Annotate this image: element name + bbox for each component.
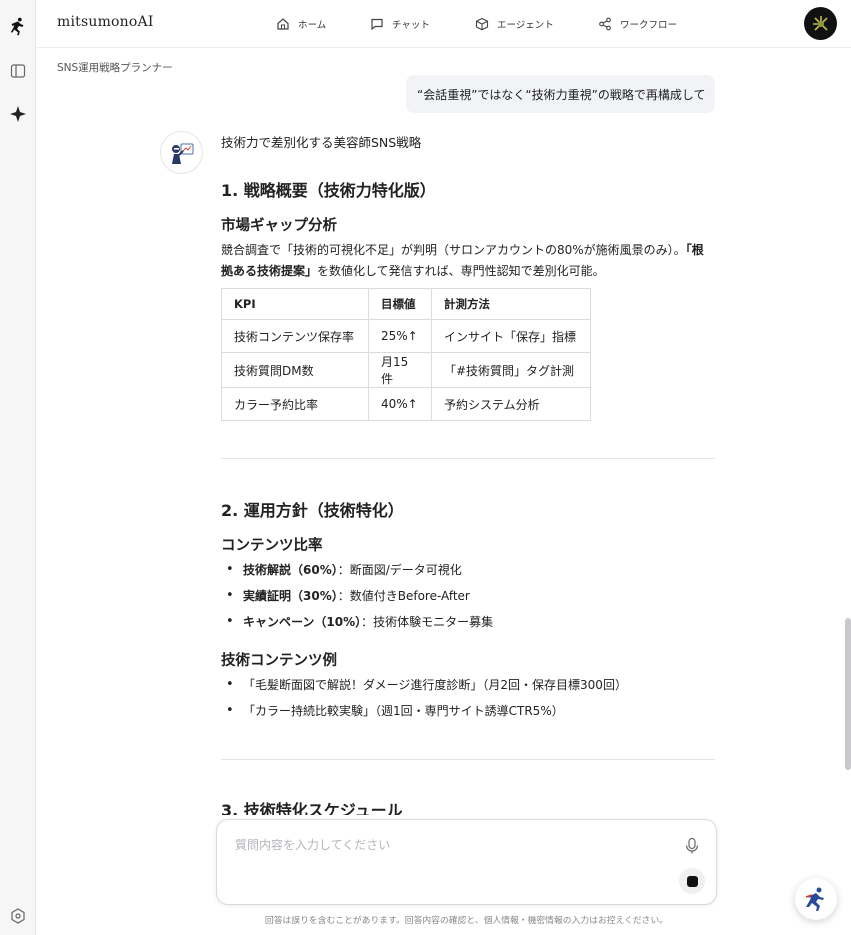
nav-agent-label: エージェント — [497, 20, 554, 31]
sparkle-icon[interactable] — [6, 102, 30, 126]
stop-icon — [686, 875, 698, 887]
runner-icon — [805, 887, 824, 911]
breadcrumb[interactable]: SNS運用戦略プランナー — [57, 60, 173, 75]
section-1-paragraph: 競合調査で「技術的可視化不足」が判明（サロンアカウントの80%が施術風景のみ）。… — [221, 240, 715, 282]
cube-icon — [475, 17, 489, 31]
list-item: 「毛髪断面図で解説！ダメージ進行度診断」（月2回・保存目標300回） — [221, 677, 627, 703]
list-item: 実績証明（30%）：数値付きBefore-After — [221, 588, 493, 614]
top-bar: mitsumonoAI ホーム チャット エージェント ワークフロー — [36, 0, 851, 48]
table-cell: 「#技術質問」タグ計測 — [431, 352, 591, 388]
section-3-title: 3. 技術特化スケジュール — [221, 801, 403, 817]
table-cell: 技術コンテンツ保存率 — [221, 319, 369, 353]
section-1-subtitle: 市場ギャップ分析 — [221, 218, 337, 234]
nav-workflow-label: ワークフロー — [620, 20, 678, 31]
table-row: 技術コンテンツ保存率 25%↑ インサイト「保存」指標 — [221, 319, 591, 353]
user-message-bubble: “会話重視”ではなく“技術力重視”の戦略で再構成して — [406, 75, 715, 113]
table-cell: 40%↑ — [368, 387, 432, 421]
stop-button[interactable] — [679, 868, 705, 894]
list-item: 技術解説（60%）：断面図/データ可視化 — [221, 562, 493, 588]
user-message-text: “会話重視”ではなく“技術力重視”の戦略で再構成して — [417, 87, 706, 102]
list-item-label: 実績証明（30%） — [243, 589, 338, 603]
table-header-row: KPI 目標値 計測方法 — [221, 288, 591, 320]
nav-workflow[interactable]: ワークフロー — [598, 0, 677, 48]
list-item-text: ：数値付きBefore-After — [337, 589, 470, 603]
section-1-title: 1. 戦略概要（技術力特化版） — [221, 181, 436, 200]
chat-icon — [371, 18, 383, 31]
table-cell: インサイト「保存」指標 — [431, 319, 591, 353]
nav-chat-label: チャット — [392, 20, 430, 31]
chat-input-box[interactable]: 質問内容を入力してください — [216, 819, 717, 905]
paragraph-part-a: 競合調査で「技術的可視化不足」が判明（サロンアカウントの80%が施術風景のみ）。 — [221, 243, 686, 257]
home-icon — [277, 18, 289, 30]
list-item-text: ：技術体験モニター募集 — [361, 615, 494, 629]
nav-agent[interactable]: エージェント — [475, 0, 554, 48]
assistant-avatar — [160, 131, 203, 174]
nav-chat[interactable]: チャット — [370, 0, 430, 48]
section-2-title: 2. 運用方針（技術特化） — [221, 501, 404, 520]
table-cell: カラー予約比率 — [221, 387, 369, 421]
user-avatar[interactable] — [804, 7, 837, 40]
list-item: 「カラー持続比較実験」（週1回・専門サイト誘導CTR5%） — [221, 703, 627, 729]
kpi-table: KPI 目標値 計測方法 技術コンテンツ保存率 25%↑ インサイト「保存」指標… — [221, 288, 591, 421]
assistant-fab-button[interactable] — [795, 878, 837, 920]
scrollbar-thumb[interactable] — [845, 618, 851, 770]
table-header: 計測方法 — [431, 288, 591, 320]
list-item: キャンペーン（10%）：技術体験モニター募集 — [221, 614, 493, 640]
chat-input-placeholder[interactable]: 質問内容を入力してください — [235, 836, 390, 853]
paragraph-part-b: を数値化して発信すれば、専門性認知で差別化可能。 — [317, 264, 605, 278]
divider — [221, 759, 715, 760]
nav-home[interactable]: ホーム — [276, 0, 326, 48]
table-cell: 25%↑ — [368, 319, 432, 353]
answer-intro: 技術力で差別化する美容師SNS戦略 — [221, 135, 422, 150]
table-cell: 技術質問DM数 — [221, 352, 369, 388]
table-header: 目標値 — [368, 288, 432, 320]
assistant-ninja-icon — [171, 143, 193, 164]
table-cell: 月15件 — [368, 352, 432, 388]
table-row: カラー予約比率 40%↑ 予約システム分析 — [221, 387, 591, 421]
list-item-label: 技術解説（60%） — [243, 563, 338, 577]
divider — [221, 458, 715, 459]
ratio-list: 技術解説（60%）：断面図/データ可視化 実績証明（30%）：数値付きBefor… — [221, 562, 493, 640]
nav-home-label: ホーム — [298, 20, 327, 31]
table-cell: 予約システム分析 — [431, 387, 591, 421]
left-rail — [0, 0, 36, 935]
disclaimer-text: 回答は誤りを含むことがあります。回答内容の確認と、個人情報・機密情報の入力はお控… — [264, 916, 669, 926]
logo-runner-icon[interactable] — [6, 14, 30, 38]
section-2-subtitle-examples: 技術コンテンツ例 — [221, 653, 337, 669]
microphone-icon[interactable] — [684, 837, 700, 855]
list-item-label: キャンペーン（10%） — [243, 615, 362, 629]
table-header: KPI — [221, 288, 369, 320]
list-item-text: ：断面図/データ可視化 — [337, 563, 462, 577]
section-2-subtitle-ratio: コンテンツ比率 — [221, 538, 323, 554]
share-nodes-icon — [599, 17, 611, 31]
sidebar-toggle-icon[interactable] — [6, 59, 30, 83]
examples-list: 「毛髪断面図で解説！ダメージ進行度診断」（月2回・保存目標300回） 「カラー持… — [221, 677, 627, 729]
brand-name: mitsumonoAI — [57, 14, 154, 30]
table-row: 技術質問DM数 月15件 「#技術質問」タグ計測 — [221, 352, 591, 388]
